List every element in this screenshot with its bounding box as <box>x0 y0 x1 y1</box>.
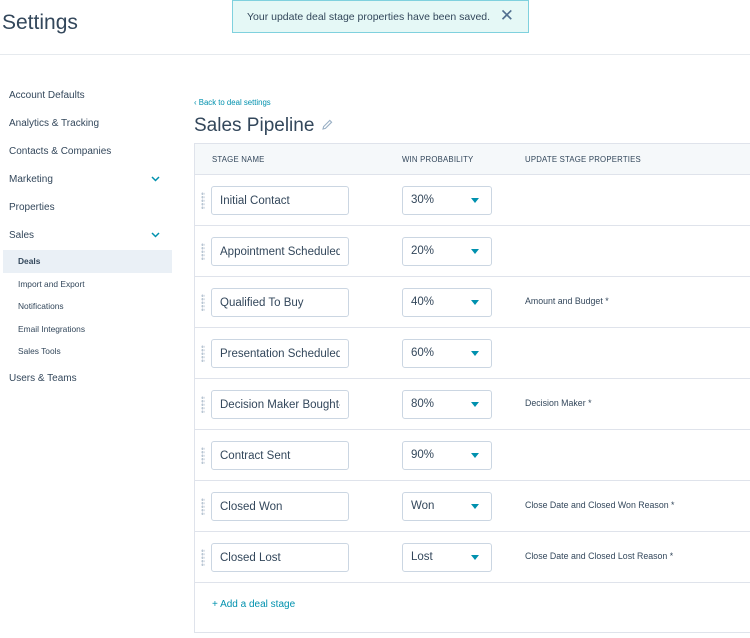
sidebar-item-label: Marketing <box>9 174 53 185</box>
sidebar-subitem-sales-tools[interactable]: Sales Tools <box>0 340 172 363</box>
win-probability-select[interactable]: 80% <box>402 390 492 419</box>
win-probability-value: 30% <box>411 194 435 206</box>
drag-handle-icon[interactable] <box>201 345 205 362</box>
win-probability-select[interactable]: 60% <box>402 339 492 368</box>
stage-name-input[interactable] <box>211 186 349 215</box>
caret-down-icon <box>471 198 479 203</box>
win-probability-value: 40% <box>411 296 435 308</box>
stage-properties-link[interactable]: Close Date and Closed Won Reason * <box>525 500 674 510</box>
table-row: 30% <box>195 175 750 226</box>
column-header-stage-name: STAGE NAME <box>212 155 265 164</box>
win-probability-value: Lost <box>411 551 433 563</box>
back-to-deal-settings-link[interactable]: ‹ Back to deal settings <box>194 98 271 107</box>
caret-down-icon <box>471 351 479 356</box>
stage-name-input[interactable] <box>211 492 349 521</box>
table-row: 20% <box>195 226 750 277</box>
drag-handle-icon[interactable] <box>201 243 205 260</box>
win-probability-select[interactable]: 90% <box>402 441 492 470</box>
stage-properties-link[interactable]: Amount and Budget * <box>525 296 609 306</box>
win-probability-select[interactable]: 40% <box>402 288 492 317</box>
sidebar-item-account-defaults[interactable]: Account Defaults <box>0 82 172 110</box>
sidebar-subitem-import-export[interactable]: Import and Export <box>0 273 172 296</box>
win-probability-select[interactable]: Lost <box>402 543 492 572</box>
caret-down-icon <box>471 402 479 407</box>
table-row: 80% Decision Maker * <box>195 379 750 430</box>
stage-name-input[interactable] <box>211 543 349 572</box>
sidebar-subitem-deals[interactable]: Deals <box>3 250 172 273</box>
table-header: STAGE NAME WIN PROBABILITY UPDATE STAGE … <box>195 144 750 175</box>
table-row: 60% <box>195 328 750 379</box>
sidebar-item-users-teams[interactable]: Users & Teams <box>0 365 172 393</box>
table-row: Won Close Date and Closed Won Reason * <box>195 481 750 532</box>
sidebar-item-label: Contacts & Companies <box>9 146 112 157</box>
success-toast: Your update deal stage properties have b… <box>232 0 529 33</box>
win-probability-value: 80% <box>411 398 435 410</box>
stage-properties-link[interactable]: Decision Maker * <box>525 398 592 408</box>
stage-name-input[interactable] <box>211 390 349 419</box>
sidebar-item-label: Account Defaults <box>9 90 85 101</box>
pipeline-title: Sales Pipeline <box>194 115 315 136</box>
drag-handle-icon[interactable] <box>201 549 205 566</box>
win-probability-select[interactable]: 20% <box>402 237 492 266</box>
stage-name-input[interactable] <box>211 339 349 368</box>
stage-name-input[interactable] <box>211 288 349 317</box>
sidebar-item-marketing[interactable]: Marketing <box>0 166 172 194</box>
deal-stages-table: STAGE NAME WIN PROBABILITY UPDATE STAGE … <box>194 143 750 633</box>
sidebar-subitem-notifications[interactable]: Notifications <box>0 295 172 318</box>
win-probability-value: 60% <box>411 347 435 359</box>
sidebar-item-contacts-companies[interactable]: Contacts & Companies <box>0 138 172 166</box>
sidebar-item-properties[interactable]: Properties <box>0 194 172 222</box>
win-probability-value: Won <box>411 500 435 512</box>
column-header-update-properties: UPDATE STAGE PROPERTIES <box>525 155 641 164</box>
sidebar-item-analytics[interactable]: Analytics & Tracking <box>0 110 172 138</box>
add-deal-stage-button[interactable]: + Add a deal stage <box>212 599 295 610</box>
win-probability-select[interactable]: 30% <box>402 186 492 215</box>
caret-down-icon <box>471 453 479 458</box>
pencil-icon[interactable] <box>322 119 333 133</box>
table-row: 40% Amount and Budget * <box>195 277 750 328</box>
caret-down-icon <box>471 504 479 509</box>
sidebar-item-label: Users & Teams <box>9 372 77 384</box>
toast-message: Your update deal stage properties have b… <box>247 10 491 23</box>
drag-handle-icon[interactable] <box>201 498 205 515</box>
stage-name-input[interactable] <box>211 237 349 266</box>
drag-handle-icon[interactable] <box>201 192 205 209</box>
win-probability-select[interactable]: Won <box>402 492 492 521</box>
sidebar-item-sales[interactable]: Sales <box>0 222 172 250</box>
pipeline-title-row: Sales Pipeline <box>194 115 333 137</box>
column-header-win-probability: WIN PROBABILITY <box>402 155 474 164</box>
sidebar-item-label: Sales <box>9 230 35 241</box>
win-probability-value: 20% <box>411 245 435 257</box>
table-row: Lost Close Date and Closed Lost Reason * <box>195 532 750 583</box>
stage-properties-link[interactable]: Close Date and Closed Lost Reason * <box>525 551 673 561</box>
close-icon[interactable]: ✕ <box>500 7 514 25</box>
chevron-down-icon <box>151 222 160 250</box>
caret-down-icon <box>471 249 479 254</box>
sidebar-item-label: Analytics & Tracking <box>9 118 100 129</box>
sidebar-item-label: Properties <box>9 202 55 213</box>
chevron-down-icon <box>151 166 160 194</box>
table-row: 90% <box>195 430 750 481</box>
caret-down-icon <box>471 300 479 305</box>
settings-sidebar: Account Defaults Analytics & Tracking Co… <box>0 82 172 393</box>
stage-name-input[interactable] <box>211 441 349 470</box>
drag-handle-icon[interactable] <box>201 294 205 311</box>
sidebar-subitem-email-integrations[interactable]: Email Integrations <box>0 318 172 341</box>
caret-down-icon <box>471 555 479 560</box>
win-probability-value: 90% <box>411 449 435 461</box>
page-title: Settings <box>2 11 78 34</box>
drag-handle-icon[interactable] <box>201 396 205 413</box>
drag-handle-icon[interactable] <box>201 447 205 464</box>
